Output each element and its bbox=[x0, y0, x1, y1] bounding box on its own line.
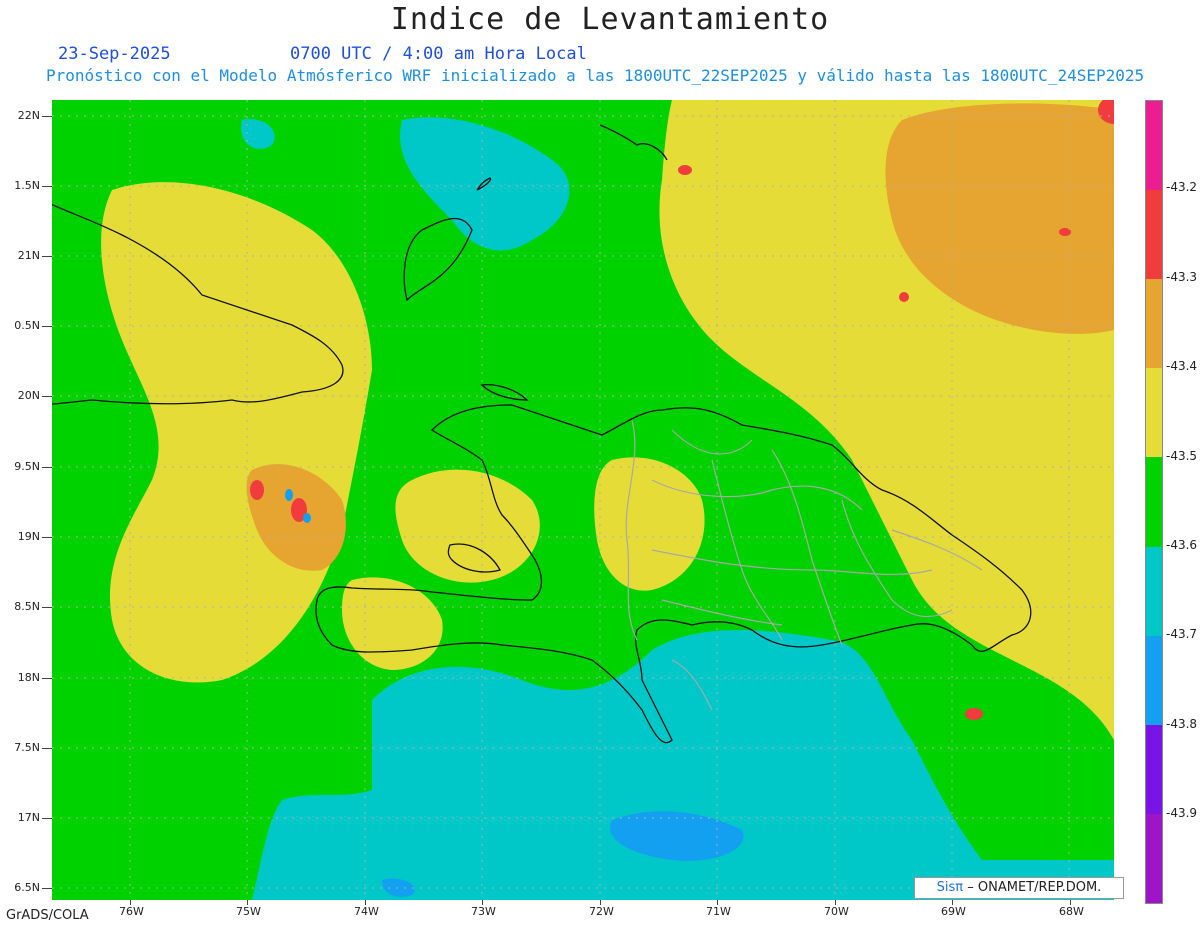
colorbar-segment bbox=[1146, 635, 1162, 726]
field-blue-spot-1 bbox=[285, 489, 293, 501]
colorbar-label: -43.5 bbox=[1166, 449, 1198, 463]
lon-tick bbox=[717, 900, 718, 905]
colorbar-label: -43.3 bbox=[1166, 270, 1198, 284]
colorbar-label: -43.2 bbox=[1166, 180, 1198, 194]
colorbar-label: -43.9 bbox=[1166, 806, 1198, 820]
colorbar-label: -43.7 bbox=[1166, 627, 1198, 641]
credit-brand: Sisπ bbox=[936, 880, 964, 895]
lifted-index-map bbox=[52, 100, 1114, 900]
lon-tick bbox=[482, 900, 483, 905]
lat-label: 1.5N bbox=[14, 179, 40, 192]
lon-label: 73W bbox=[471, 905, 496, 918]
colorbar-segment bbox=[1146, 813, 1162, 904]
colorbar-segment bbox=[1146, 190, 1162, 280]
lat-tick bbox=[42, 607, 52, 608]
lon-tick bbox=[1070, 900, 1071, 905]
lat-label: 8.5N bbox=[14, 600, 40, 613]
lat-label: 0.5N bbox=[14, 319, 40, 332]
lat-tick bbox=[42, 748, 52, 749]
field-red-spot-6 bbox=[965, 708, 983, 720]
lat-tick bbox=[42, 326, 52, 327]
lat-tick bbox=[42, 467, 52, 468]
lon-label: 71W bbox=[706, 905, 731, 918]
lat-label: 18N bbox=[17, 671, 40, 684]
lon-label: 69W bbox=[941, 905, 966, 918]
colorbar-label: -43.4 bbox=[1166, 359, 1198, 373]
colorbar-segment bbox=[1146, 279, 1162, 369]
lon-label: 76W bbox=[119, 905, 144, 918]
lon-tick bbox=[835, 900, 836, 905]
lon-tick bbox=[600, 900, 601, 905]
colorbar-label: -43.8 bbox=[1166, 717, 1198, 731]
lon-tick bbox=[130, 900, 131, 905]
lon-label: 72W bbox=[589, 905, 614, 918]
lat-label: 17N bbox=[17, 811, 40, 824]
field-red-spot-3 bbox=[678, 165, 692, 175]
lat-tick bbox=[42, 396, 52, 397]
map-title: Indice de Levantamiento bbox=[390, 2, 830, 37]
lat-tick bbox=[42, 678, 52, 679]
lat-tick bbox=[42, 818, 52, 819]
forecast-time: 0700 UTC / 4:00 am Hora Local bbox=[290, 44, 587, 64]
lat-label: 7.5N bbox=[14, 741, 40, 754]
colorbar bbox=[1145, 100, 1163, 904]
lat-label: 21N bbox=[17, 249, 40, 262]
colorbar-segment bbox=[1146, 368, 1162, 458]
field-red-spot-1 bbox=[250, 480, 264, 500]
lon-label: 68W bbox=[1059, 905, 1084, 918]
lat-tick bbox=[42, 256, 52, 257]
colorbar-segment bbox=[1146, 546, 1162, 637]
lat-tick bbox=[42, 116, 52, 117]
lat-tick bbox=[42, 888, 52, 889]
lat-tick bbox=[42, 186, 52, 187]
lon-label: 75W bbox=[236, 905, 261, 918]
lon-tick bbox=[365, 900, 366, 905]
lon-tick bbox=[247, 900, 248, 905]
lon-tick bbox=[952, 900, 953, 905]
colorbar-label: -43.6 bbox=[1166, 538, 1198, 552]
credit-box: Sisπ – ONAMET/REP.DOM. bbox=[914, 877, 1124, 899]
forecast-description: Pronóstico con el Modelo Atmósferico WRF… bbox=[46, 66, 1145, 85]
field-blue-spot-2 bbox=[303, 513, 311, 523]
field-red-spot-7 bbox=[899, 292, 909, 302]
lat-label: 22N bbox=[17, 109, 40, 122]
lat-label: 9.5N bbox=[14, 460, 40, 473]
lon-label: 70W bbox=[824, 905, 849, 918]
forecast-date: 23-Sep-2025 bbox=[58, 44, 171, 64]
lat-label: 19N bbox=[17, 530, 40, 543]
lon-label: 74W bbox=[354, 905, 379, 918]
colorbar-segment bbox=[1146, 457, 1162, 548]
lat-tick bbox=[42, 537, 52, 538]
credit-org: – ONAMET/REP.DOM. bbox=[967, 880, 1102, 895]
colorbar-segment bbox=[1146, 724, 1162, 815]
lat-label: 6.5N bbox=[14, 881, 40, 894]
colorbar-segment bbox=[1146, 101, 1162, 191]
lat-label: 20N bbox=[17, 389, 40, 402]
footer-grads: GrADS/COLA bbox=[6, 908, 89, 923]
